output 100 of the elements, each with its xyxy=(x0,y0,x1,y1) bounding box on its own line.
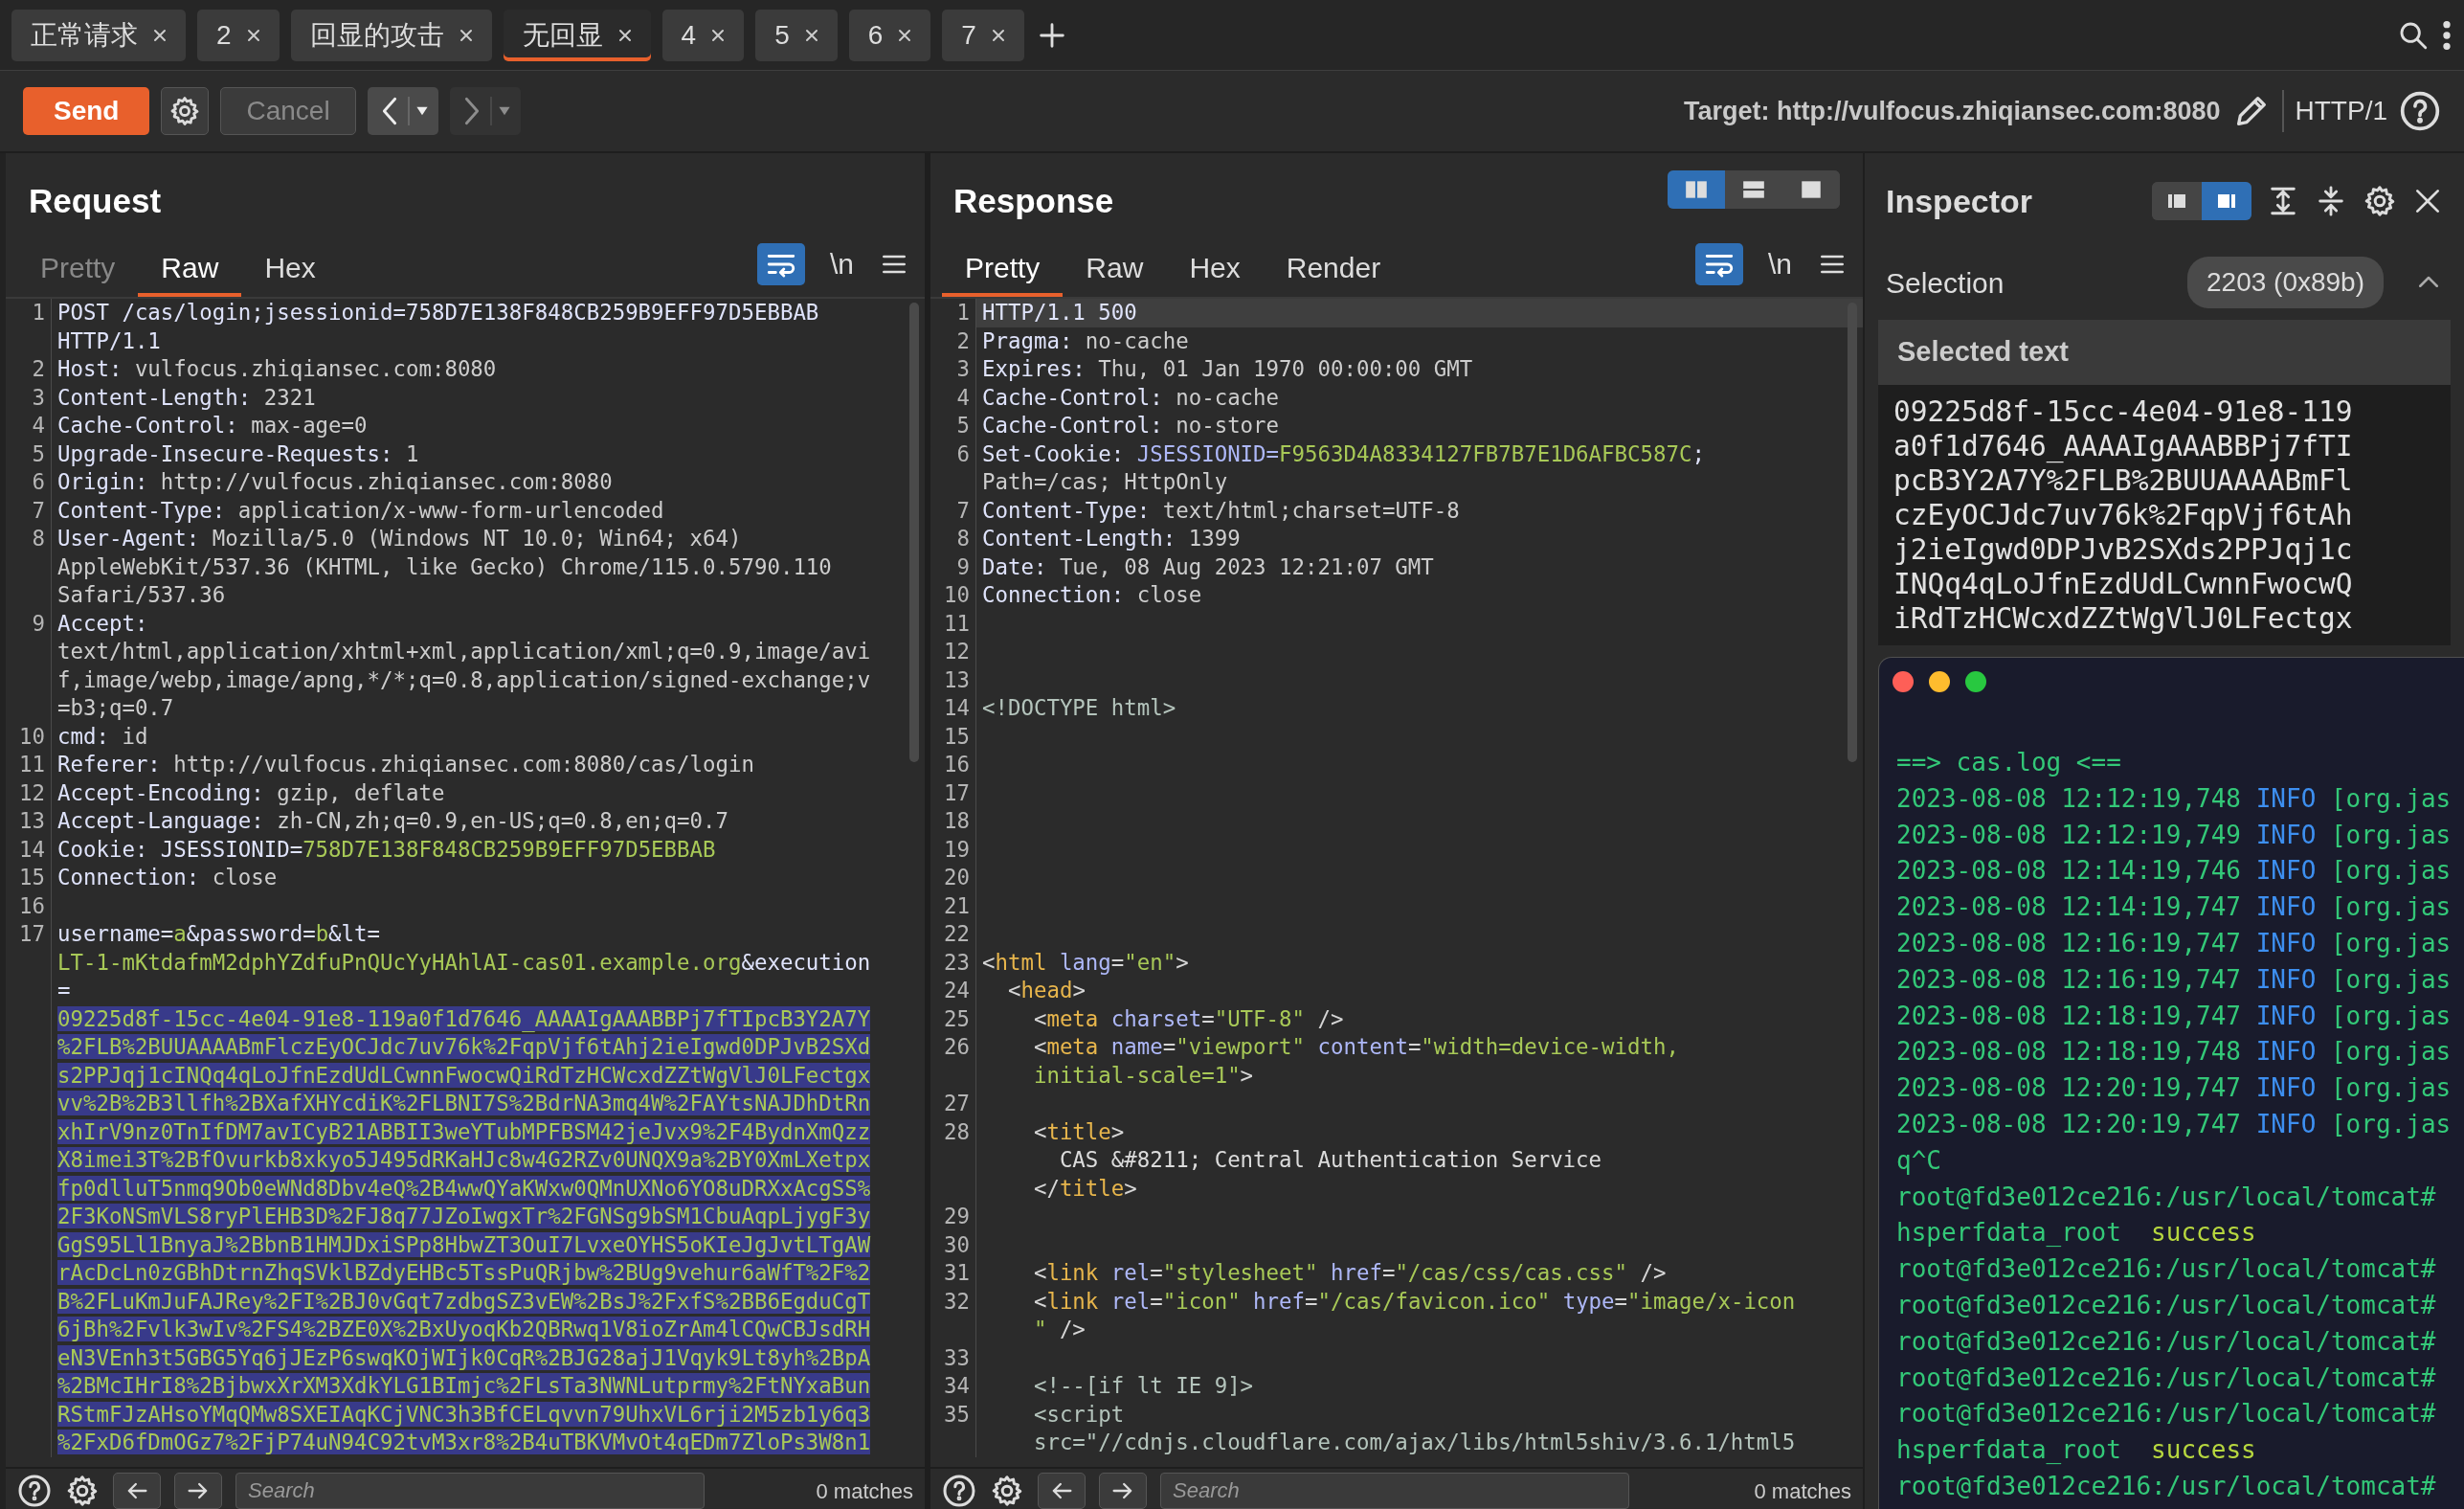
close-icon[interactable] xyxy=(246,28,260,42)
line-number: 22 xyxy=(930,920,976,949)
code-line: <link rel="stylesheet" href="/cas/css/cas.css" /> xyxy=(1032,1259,1668,1287)
terminal-line: q^C xyxy=(1896,1144,1942,1177)
line-number: 9 xyxy=(6,609,52,723)
line-number: 30 xyxy=(930,1230,976,1259)
help-icon[interactable] xyxy=(2399,90,2441,132)
help-icon[interactable] xyxy=(17,1474,52,1508)
code-line: Content-Type: text/html;charset=UTF-8 xyxy=(981,496,1461,525)
target-label: Target: http://vulfocus.zhiqiansec.com:8080 xyxy=(1683,95,2221,127)
request-tab[interactable]: 4 xyxy=(661,9,745,61)
code-line: <meta name="viewport" content="width=device-width, initial-scale=1"> xyxy=(1032,1033,1680,1090)
line-number: 31 xyxy=(930,1259,976,1288)
line-number: 3 xyxy=(6,383,52,412)
minimize-window-dot[interactable] xyxy=(1929,671,1950,692)
terminal-line: hsperfdata_root success xyxy=(1896,1434,2257,1467)
terminal-line: 2023-08-08 12:18:19,748 INFO [org.jas xyxy=(1896,1036,2453,1069)
request-tab[interactable]: 回显的攻击 xyxy=(290,9,492,61)
request-tab[interactable]: 5 xyxy=(755,9,838,61)
newline-toggle[interactable]: \n xyxy=(819,242,863,285)
line-number: 16 xyxy=(6,891,52,920)
code-line: Expires: Thu, 01 Jan 1970 00:00:00 GMT xyxy=(981,355,1474,383)
code-line: Referer: http://vulfocus.zhiqiansec.com:8080/cas/login xyxy=(56,751,755,778)
layout-toggle[interactable] xyxy=(2202,182,2251,220)
terminal-line: root@fd3e012ce216:/usr/local/tomcat# xyxy=(1896,1181,2437,1213)
line-number: 35 xyxy=(930,1400,976,1457)
back-history-button[interactable] xyxy=(367,87,438,135)
line-number: 15 xyxy=(930,722,976,751)
scrollbar[interactable] xyxy=(1848,303,1857,762)
terminal-line: 2023-08-08 12:16:19,747 INFO [org.jas xyxy=(1896,928,2453,959)
code-line: cmd: id xyxy=(56,722,149,751)
wrap-lines-button[interactable] xyxy=(756,242,805,285)
request-title: Request xyxy=(29,180,162,221)
close-icon[interactable] xyxy=(898,28,912,42)
kebab-menu-icon[interactable] xyxy=(2441,18,2453,52)
help-icon[interactable] xyxy=(942,1474,976,1508)
code-line: Accept-Encoding: gzip, deflate xyxy=(56,778,446,807)
request-tab[interactable]: 6 xyxy=(848,9,931,61)
line-number: 29 xyxy=(930,1203,976,1231)
line-number: 12 xyxy=(930,638,976,666)
terminal-line: root@fd3e012ce216:/usr/local/tomcat# xyxy=(1896,1398,2437,1430)
terminal-line: root@fd3e012ce216:/usr/local/tomcat# xyxy=(1896,1470,2437,1502)
code-line: <head> xyxy=(1006,977,1086,1004)
next-match-button[interactable] xyxy=(1099,1473,1147,1509)
request-tab[interactable]: 无回显 xyxy=(503,9,651,61)
line-number: 11 xyxy=(930,609,976,638)
settings-icon[interactable] xyxy=(990,1474,1024,1508)
code-line: Accept-Language: zh-CN,zh;q=0.9,en-US;q=0.8,en;q=0.7 xyxy=(56,807,729,835)
request-tab[interactable]: 正常请求 xyxy=(11,9,186,61)
view-tab[interactable]: Hex xyxy=(241,240,339,297)
code-line: User-Agent: Mozilla/5.0 (Windows NT 10.0; Win64; x64) AppleWebKit/537.36 (KHTML, like Gecko) Chrome/115.0.5790.110 Safari/537.36 xyxy=(56,525,833,609)
view-tab[interactable]: Hex xyxy=(1166,240,1264,297)
code-line: Host: vulfocus.zhiqiansec.com:8080 xyxy=(56,355,498,383)
line-number: 10 xyxy=(6,722,52,751)
view-tab[interactable]: Raw xyxy=(138,240,242,297)
line-number: 8 xyxy=(930,525,976,553)
code-line: <link rel="icon" href="/cas/favicon.ico" type="image/x-icon " /> xyxy=(1032,1287,1797,1343)
line-number: 4 xyxy=(6,412,52,440)
view-tab[interactable]: Raw xyxy=(1063,240,1167,297)
wrap-lines-button[interactable] xyxy=(1694,242,1743,285)
close-icon[interactable] xyxy=(991,28,1005,42)
layout-toggle[interactable] xyxy=(1668,170,1725,209)
line-number: 27 xyxy=(930,1090,976,1118)
inspector-title: Inspector xyxy=(1886,181,2033,221)
zoom-window-dot[interactable] xyxy=(1965,671,1986,692)
protocol-label[interactable]: HTTP/1 xyxy=(2295,91,2387,131)
close-icon[interactable] xyxy=(459,28,473,42)
previous-match-button[interactable] xyxy=(113,1473,161,1509)
search-field[interactable]: Search xyxy=(235,1473,705,1509)
line-number: 5 xyxy=(930,412,976,440)
match-count: 0 matches xyxy=(1754,1477,1851,1505)
request-tab[interactable]: 2 xyxy=(197,9,280,61)
line-number: 10 xyxy=(930,581,976,610)
line-number: 12 xyxy=(6,778,52,807)
newline-toggle[interactable]: \n xyxy=(1758,242,1802,285)
close-icon[interactable] xyxy=(804,28,818,42)
line-number: 33 xyxy=(930,1343,976,1372)
previous-match-button[interactable] xyxy=(1038,1473,1086,1509)
settings-icon[interactable] xyxy=(2363,184,2397,218)
terminal-line: 2023-08-08 12:14:19,747 INFO [org.jas xyxy=(1896,891,2453,924)
close-icon[interactable] xyxy=(711,28,726,42)
line-number: 21 xyxy=(930,891,976,920)
close-icon[interactable] xyxy=(153,28,167,42)
close-icon[interactable] xyxy=(617,28,632,42)
code-line: Origin: http://vulfocus.zhiqiansec.com:8080 xyxy=(56,468,614,496)
code-line: Connection: close xyxy=(981,581,1203,609)
search-field[interactable]: Search xyxy=(1160,1473,1629,1509)
close-window-dot[interactable] xyxy=(1893,671,1914,692)
line-number: 18 xyxy=(930,807,976,836)
code-line: <script src="//cdnjs.cloudflare.com/ajax/libs/html5shiv/3.6.1/html5 xyxy=(1032,1400,1797,1456)
terminal-line: 2023-08-08 12:16:19,747 INFO [org.jas xyxy=(1896,963,2453,996)
settings-icon[interactable] xyxy=(65,1474,100,1508)
view-tab[interactable]: Render xyxy=(1263,240,1404,297)
line-number: 7 xyxy=(930,496,976,525)
view-tab[interactable]: Pretty xyxy=(942,240,1064,297)
terminal-line: 2023-08-08 12:18:19,747 INFO [org.jas xyxy=(1896,1000,2453,1032)
scrollbar[interactable] xyxy=(909,303,919,762)
next-match-button[interactable] xyxy=(174,1473,222,1509)
settings-button[interactable] xyxy=(161,87,210,135)
request-tab[interactable]: 7 xyxy=(942,9,1024,61)
